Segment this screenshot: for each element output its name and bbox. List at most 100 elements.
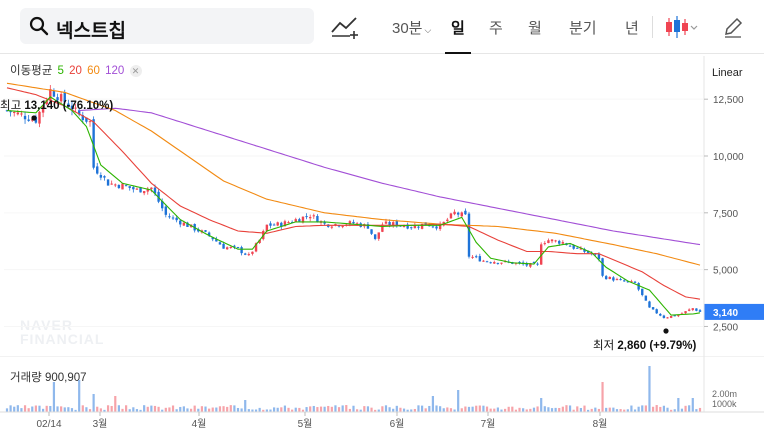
volume-bar	[298, 407, 301, 412]
volume-bar	[644, 405, 647, 412]
volume-bar	[31, 406, 34, 412]
candle-body	[272, 224, 276, 226]
candle-body	[417, 226, 420, 228]
candle-body	[124, 185, 128, 187]
candle-body	[341, 226, 344, 228]
candle-body	[247, 254, 251, 256]
candle-body	[269, 223, 272, 226]
volume-bar	[280, 407, 283, 412]
candle-body	[20, 113, 23, 115]
candle-body	[612, 277, 615, 281]
period-year[interactable]: 년	[625, 17, 639, 38]
x-tick-label: 02/14	[36, 419, 61, 430]
volume-bar	[518, 407, 521, 412]
pencil-icon[interactable]	[722, 16, 744, 38]
volume-bar	[388, 407, 391, 412]
x-tick-label: 5월	[298, 418, 313, 430]
candle-body	[456, 212, 460, 215]
volume-bar	[23, 405, 27, 412]
candle-body	[576, 247, 579, 249]
volume-bar	[478, 405, 481, 412]
volume-bar	[200, 406, 204, 412]
volume-bar	[125, 405, 128, 412]
volume-bar	[420, 405, 424, 412]
volume-bar	[648, 366, 651, 412]
candle-body	[651, 307, 655, 310]
search-icon[interactable]	[29, 16, 49, 36]
candle-body	[168, 216, 171, 218]
candle-body	[536, 263, 539, 265]
high-label: 최고 13,140 (-76.10%)	[0, 99, 113, 112]
volume-bar	[146, 406, 149, 412]
volume-bar	[99, 408, 102, 412]
volume-bar	[449, 408, 453, 412]
candle-body	[38, 111, 41, 124]
candle-body	[446, 219, 449, 222]
volume-bar	[63, 407, 66, 412]
high-marker	[31, 115, 37, 121]
volume-bar	[659, 406, 662, 412]
volume-bar	[305, 407, 308, 412]
period-30min[interactable]: 30분 ⌵	[392, 17, 431, 38]
volume-bar	[471, 406, 474, 412]
volume-bar	[67, 407, 70, 412]
candle-body	[467, 213, 471, 257]
volume-bar	[276, 407, 279, 412]
compare-icon[interactable]	[330, 14, 360, 40]
period-quarter[interactable]: 분기	[569, 17, 597, 38]
candle-body	[294, 219, 297, 222]
volume-bar	[536, 406, 539, 412]
period-month[interactable]: 월	[528, 17, 542, 38]
volume-bar	[431, 396, 435, 412]
volume-bar	[439, 406, 442, 412]
period-day[interactable]: 일	[451, 17, 465, 38]
volume-bar	[319, 406, 323, 412]
period-week[interactable]: 주	[489, 17, 503, 38]
volume-bar	[9, 405, 12, 412]
candle-body	[182, 222, 186, 226]
candle-body	[460, 212, 463, 217]
volume-bar	[171, 405, 175, 412]
volume-bar	[435, 405, 438, 412]
volume-bar	[16, 405, 19, 412]
volume-tick-label: 1000k	[712, 399, 737, 409]
volume-bar	[240, 408, 243, 412]
volume-bar	[605, 407, 608, 412]
volume-bar	[496, 407, 499, 412]
candle-body	[352, 221, 355, 224]
volume-bar	[49, 405, 52, 412]
candle-body	[117, 185, 121, 189]
candle-body	[485, 261, 489, 263]
y-tick-label: 2,500	[713, 322, 738, 333]
volume-bar	[258, 407, 261, 412]
candle-body	[222, 243, 225, 249]
volume-bar	[442, 408, 445, 412]
volume-bar	[337, 407, 341, 412]
candle-body	[684, 311, 687, 314]
volume-bar	[334, 405, 337, 412]
volume-bar	[464, 406, 467, 412]
volume-bar	[655, 405, 658, 412]
candle-body	[204, 230, 207, 232]
stock-search-box[interactable]: 넥스트칩	[20, 8, 314, 44]
candle-body	[229, 246, 232, 248]
volume-bar	[157, 406, 160, 412]
candle-body	[110, 183, 113, 185]
volume-chart[interactable]: 2.00m1000k 02/14 3월 4월 5월 6월 7월 8월	[0, 356, 764, 433]
volume-bar	[402, 408, 406, 412]
volume-bar	[460, 408, 463, 412]
candle-body	[464, 210, 467, 215]
candle-body	[666, 317, 669, 319]
high-value: 13,140 (-76.10%)	[24, 100, 113, 112]
volume-bar	[424, 408, 427, 412]
volume-bar	[168, 407, 171, 412]
volume-bar	[601, 382, 604, 412]
price-chart[interactable]: 최고 13,140 (-76.10%) 최저 2,860 (+9.79%) 3,14…	[0, 56, 764, 356]
volume-bar	[568, 405, 572, 412]
volume-bar	[493, 408, 496, 412]
volume-bar	[561, 406, 564, 412]
candlestick-icon[interactable]	[664, 14, 700, 40]
candle-body	[604, 276, 608, 280]
volume-bar	[475, 405, 478, 412]
volume-bar	[312, 405, 315, 412]
